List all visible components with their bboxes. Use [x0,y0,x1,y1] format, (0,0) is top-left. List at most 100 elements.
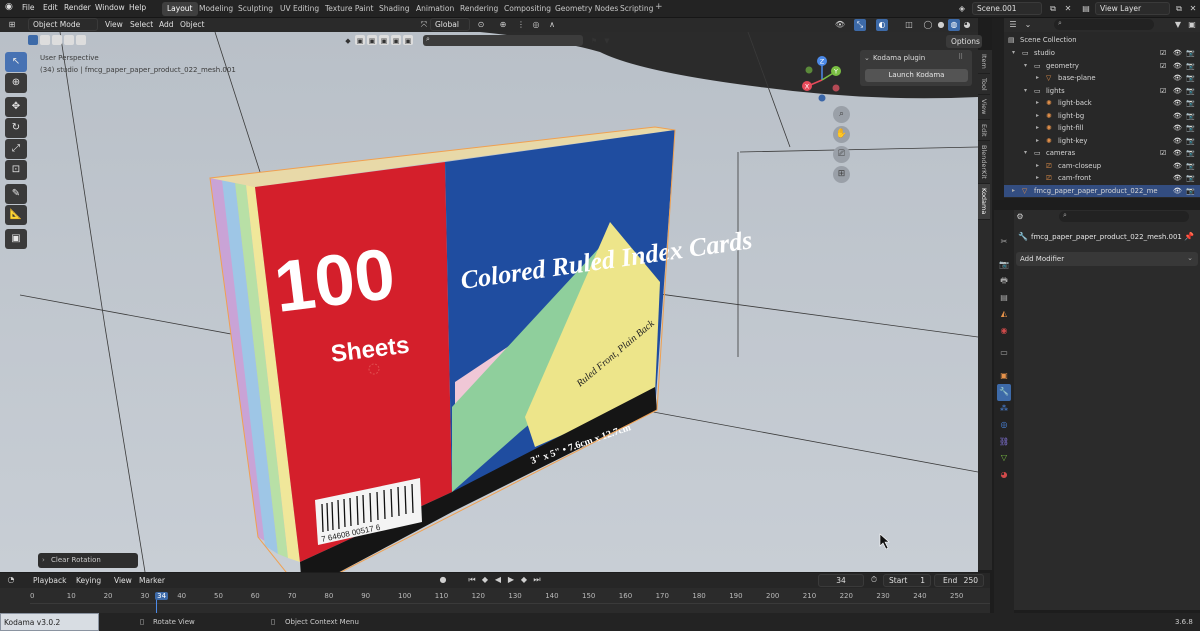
visibility-eye-icon[interactable]: 👁 [1173,122,1182,135]
render-camera-icon[interactable]: 📷 [1186,160,1195,173]
render-camera-icon[interactable]: 📷 [1186,147,1195,160]
proportional-edit-icon[interactable]: ◎ [530,19,542,31]
shading-rendered-icon[interactable]: ◕ [961,19,973,31]
play-reverse-icon[interactable]: ◀ [492,574,504,586]
visibility-eye-icon[interactable]: 👁 [1173,147,1182,160]
menu-select[interactable]: Select [130,20,153,29]
menu-window[interactable]: Window [95,3,125,12]
tab-tool[interactable]: Tool [978,74,990,96]
play-icon[interactable]: ▶ [505,574,517,586]
collapse-arrow-icon[interactable]: ▸ [1036,172,1039,185]
outliner[interactable]: ☰ ⌄ ⌕ ▼ ▣ ▤ Scene Collection ▾ ▭ studio ☑ 👁 📷… [1004,18,1200,198]
overlay-toggle-icon[interactable]: ◐ [876,19,888,31]
pin-icon[interactable]: 📌 [1184,232,1194,241]
expand-arrow-icon[interactable]: ▾ [1012,47,1015,60]
move-tool-icon[interactable]: ✥ [5,97,27,117]
jump-end-icon[interactable]: ⏭ [531,574,543,586]
xray-icon[interactable]: ◫ [903,19,915,31]
collapse-arrow-icon[interactable]: ▸ [1012,185,1015,198]
annotate-tool-icon[interactable]: ✎ [5,184,27,204]
new-view-layer-icon[interactable]: ⧉ [1173,3,1185,15]
shading-wireframe-icon[interactable]: ◯ [922,19,934,31]
editor-type-icon[interactable]: ⊞ [6,19,18,31]
record-icon[interactable]: ● [437,574,449,586]
tab-shading[interactable]: Shading [374,2,414,16]
render-camera-icon[interactable]: 📷 [1186,72,1195,85]
filter-icon-1[interactable]: ◆ [343,35,353,45]
stopwatch-icon[interactable]: ⏱ [868,574,880,586]
panel-collapse-icon[interactable]: ⌄ [864,54,870,62]
pivot-icon[interactable]: ⊙ [475,19,487,31]
collapse-arrow-icon[interactable]: ▸ [1036,135,1039,148]
tab-geometry-nodes[interactable]: Geometry Nodes [550,2,623,16]
add-cube-tool-icon[interactable]: ▣ [5,229,27,249]
menu-add[interactable]: Add [159,20,174,29]
expand-arrow-icon[interactable]: ▾ [1024,60,1027,73]
snap-target-icon[interactable]: ⋮ [515,19,527,31]
world-props-icon[interactable]: ◉ [997,323,1011,340]
visibility-eye-icon[interactable]: 👁 [1173,60,1182,73]
constraints-props-icon[interactable]: ⛓ [997,434,1011,451]
tab-modeling[interactable]: Modeling [194,2,238,16]
render-camera-icon[interactable]: 📷 [1186,135,1195,148]
menu-marker[interactable]: Marker [139,576,165,585]
blender-logo-icon[interactable]: ◉ [5,2,13,12]
collapse-arrow-icon[interactable]: › [42,556,45,564]
jump-start-icon[interactable]: ⏮ [466,574,478,586]
next-keyframe-icon[interactable]: ◆ [518,574,530,586]
properties-search-input[interactable]: ⌕ [1059,211,1189,222]
particles-props-icon[interactable]: ⁂ [997,401,1011,418]
modifier-props-icon[interactable]: 🔧 [997,384,1011,401]
render-camera-icon[interactable]: 📷 [1186,60,1195,73]
timeline-editor-icon[interactable]: ◔ [5,574,17,586]
visibility-eye-icon[interactable]: 👁 [1173,160,1182,173]
output-props-icon[interactable]: 🖶 [997,273,1011,290]
filter-icon-3[interactable]: ▣ [367,35,377,45]
visibility-eye-icon[interactable]: 👁 [1173,110,1182,123]
outliner-row-base-plane[interactable]: ▸ ▽ base-plane 👁 📷 [1004,72,1200,85]
outliner-row-light-fill[interactable]: ▸ ✺ light-fill 👁 📷 [1004,122,1200,135]
collapse-arrow-icon[interactable]: ▸ [1036,72,1039,85]
last-operator-panel[interactable]: › Clear Rotation [38,553,138,568]
menu-keying[interactable]: Keying [76,576,101,585]
collapse-arrow-icon[interactable]: ▸ [1036,122,1039,135]
select-tool-icon[interactable]: ↖ [5,52,27,72]
object-visibility-icon[interactable]: 👁 [834,19,846,31]
menu-edit[interactable]: Edit [43,3,58,12]
tab-kodama[interactable]: Kodama [978,184,990,220]
orientation-dropdown[interactable]: Global [430,18,470,31]
outliner-row-light-back[interactable]: ▸ ✺ light-back 👁 📷 [1004,97,1200,110]
bookmark-icon[interactable]: ⚑ [588,35,600,47]
tab-edit[interactable]: Edit [978,120,990,142]
visibility-eye-icon[interactable]: 👁 [1173,72,1182,85]
outliner-row-cameras[interactable]: ▾ ▭ cameras ☑ 👁 📷 [1004,147,1200,160]
camera-view-icon[interactable]: ⎚ [833,146,850,163]
falloff-icon[interactable]: ∧ [546,19,558,31]
mode-dropdown[interactable]: Object Mode [28,18,98,31]
menu-render[interactable]: Render [64,3,91,12]
outliner-display-icon[interactable]: ⌄ [1022,19,1034,31]
add-modifier-button[interactable]: Add Modifier ⌄ [1016,252,1198,266]
outliner-editor-icon[interactable]: ☰ [1007,19,1019,31]
tab-uv-editing[interactable]: UV Editing [275,2,324,16]
filter-icon-4[interactable]: ▣ [379,35,389,45]
filter-funnel-icon[interactable]: ▼ [601,35,613,47]
tab-layout[interactable]: Layout [162,2,198,16]
outliner-row-scene-collection[interactable]: ▤ Scene Collection [1004,34,1200,47]
end-frame-field[interactable]: End 250 [934,574,984,587]
tab-rendering[interactable]: Rendering [455,2,503,16]
filter-icon-6[interactable]: ▣ [403,35,413,45]
select-box-icon[interactable] [28,35,38,45]
menu-view[interactable]: View [105,20,123,29]
view-layer-icon[interactable]: ▤ [1080,3,1092,15]
material-props-icon[interactable]: ◕ [997,467,1011,484]
outliner-row-lights[interactable]: ▾ ▭ lights ☑ 👁 📷 [1004,85,1200,98]
object-props-icon[interactable]: ▣ [997,368,1011,385]
current-frame-field[interactable]: 34 [818,574,864,587]
snap-icon[interactable]: ⊕ [497,19,509,31]
tool-props-icon[interactable]: ✂ [997,234,1011,251]
collapse-arrow-icon[interactable]: ▸ [1036,160,1039,173]
menu-timeline-view[interactable]: View [114,576,132,585]
outliner-row-fmcg-paper-paper-product-022-me[interactable]: ▸ ▽ fmcg_paper_paper_product_022_me 👁 📷 [1004,184,1200,198]
menu-playback[interactable]: Playback [33,576,66,585]
